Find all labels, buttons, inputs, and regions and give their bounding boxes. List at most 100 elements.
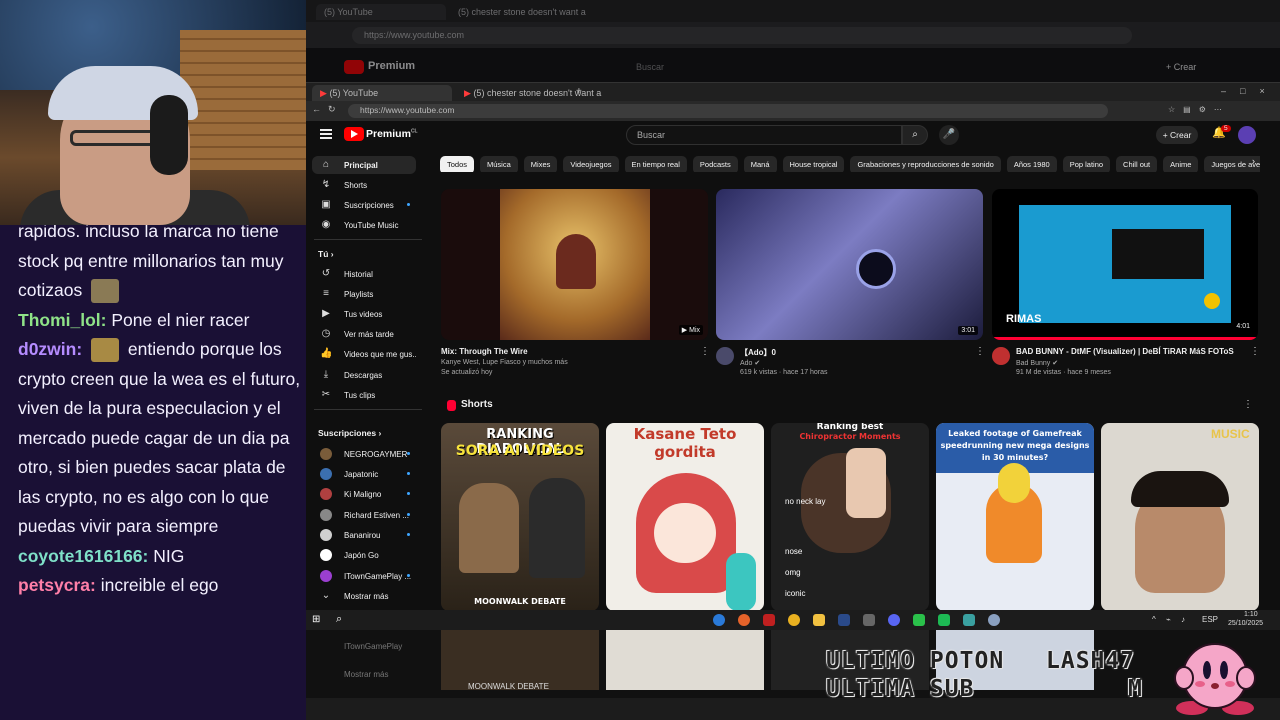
sidebar-channel[interactable]: Ki Maligno: [312, 485, 416, 503]
emote-image: [91, 338, 120, 363]
outer-url-field[interactable]: https://www.youtube.com: [352, 27, 1132, 44]
sidebar-channel[interactable]: Japatonic: [312, 465, 416, 483]
chip[interactable]: Todos: [440, 156, 475, 172]
video-channel[interactable]: Kanye West, Lupe Fiasco y muchos más: [441, 359, 568, 366]
video-title[interactable]: Mix: Through The Wire: [441, 347, 528, 356]
subscriptions-header[interactable]: Suscripciones ›: [318, 428, 381, 438]
play-icon[interactable]: [938, 614, 950, 626]
sidebar-item-playlists[interactable]: ≡ Playlists: [312, 285, 416, 303]
chip[interactable]: Mixes: [523, 156, 558, 172]
edge-icon[interactable]: [713, 614, 725, 626]
app-icon[interactable]: [963, 614, 975, 626]
video-channel[interactable]: Bad Bunny ✔: [1016, 359, 1058, 367]
clock-date[interactable]: 25/10/2025: [1228, 620, 1263, 627]
you-header[interactable]: Tú ›: [318, 249, 334, 259]
clock-time[interactable]: 1:10: [1244, 611, 1258, 618]
video-thumbnail[interactable]: 3:01: [716, 189, 983, 340]
download-icon: ⤓: [323, 369, 329, 380]
chip[interactable]: Pop latino: [1062, 156, 1111, 172]
sidebar-item-suscripciones[interactable]: ▣ Suscripciones: [312, 196, 416, 214]
app-icon[interactable]: [988, 614, 1000, 626]
video-title[interactable]: BAD BUNNY - DtMF (Visualizer) | DeBÍ TiR…: [1016, 347, 1234, 356]
more-options-icon[interactable]: ⋮: [1250, 346, 1260, 357]
chip[interactable]: En tiempo real: [624, 156, 687, 172]
chip[interactable]: Anime: [1163, 156, 1199, 172]
more-options-icon[interactable]: ⋮: [975, 346, 985, 357]
chip[interactable]: Años 1980: [1006, 156, 1057, 172]
create-button[interactable]: + Crear: [1156, 126, 1198, 144]
sidebar-item-tus-videos[interactable]: ▶ Tus videos: [312, 305, 416, 323]
new-tab-icon[interactable]: +: [576, 86, 582, 97]
chip[interactable]: Grabaciones y reproducciones de sonido: [850, 156, 1001, 172]
short-card[interactable]: MUSIC: [1101, 423, 1259, 611]
browser-toolbar-icons[interactable]: ☆▤⚙⋯: [1168, 105, 1230, 114]
search-icon[interactable]: ⌕: [902, 125, 928, 145]
sidebar-item-shorts[interactable]: ↯ Shorts: [312, 176, 416, 194]
show-more-button[interactable]: ⌄ Mostrar más: [312, 587, 416, 605]
discord-icon[interactable]: [888, 614, 900, 626]
chip[interactable]: Podcasts: [692, 156, 738, 172]
sidebar-item-principal[interactable]: ⌂ Principal: [312, 156, 416, 174]
sidebar-channel[interactable]: NEGROGAYMER: [312, 445, 416, 463]
search-input[interactable]: Buscar: [626, 125, 902, 145]
chip[interactable]: Videojuegos: [563, 156, 619, 172]
outer-tab-youtube[interactable]: (5) YouTube: [316, 4, 446, 20]
sidebar-channel[interactable]: ITownGamePlay ...: [312, 567, 416, 585]
sidebar-item-videos-que-me-gustan[interactable]: 👍 Videos que me gus...: [312, 345, 416, 363]
more-options-icon[interactable]: ⋮: [1243, 399, 1253, 410]
reload-icon[interactable]: ↻: [328, 104, 336, 115]
chip[interactable]: Maná: [743, 156, 777, 172]
tab-chester[interactable]: ▶ (5) chester stone doesn't want a: [456, 85, 601, 101]
shield-icon[interactable]: [863, 614, 875, 626]
sidebar-channel[interactable]: Bananirou: [312, 526, 416, 544]
chat-username[interactable]: d0zwin:: [18, 339, 82, 359]
chrome-icon[interactable]: [788, 614, 800, 626]
chat-username[interactable]: petsycra:: [18, 575, 96, 595]
window-controls-icon[interactable]: –□×: [1221, 86, 1279, 96]
sidebar-item-historial[interactable]: ↺ Historial: [312, 265, 416, 283]
search-icon[interactable]: ⌕: [336, 613, 342, 626]
language-indicator[interactable]: ESP: [1202, 615, 1218, 624]
short-card[interactable]: Kasane Teto gordita: [606, 423, 764, 611]
chevron-right-icon[interactable]: ›: [1252, 156, 1255, 166]
short-card[interactable]: RANKING DIABOLICAL SORA AI VIDEOS MOONWA…: [441, 423, 599, 611]
sidebar-item-ver-mas-tarde[interactable]: ◷ Ver más tarde: [312, 325, 416, 343]
sidebar-channel[interactable]: Richard Estiven ...: [312, 506, 416, 524]
video-thumbnail[interactable]: RIMAS 4:01: [992, 189, 1258, 340]
chip[interactable]: Música: [480, 156, 518, 172]
steam-icon[interactable]: [838, 614, 850, 626]
windows-start-icon[interactable]: ⊞: [312, 614, 320, 625]
video-channel[interactable]: Ado ✔: [740, 359, 760, 367]
back-icon[interactable]: ←: [312, 104, 321, 114]
sidebar-channel[interactable]: Japón Go: [312, 546, 416, 564]
mic-icon[interactable]: 🎤: [939, 125, 959, 145]
tab-youtube[interactable]: ▶ (5) YouTube: [312, 85, 452, 101]
menu-icon[interactable]: [320, 129, 332, 139]
chip[interactable]: Chill out: [1116, 156, 1158, 172]
chip[interactable]: House tropical: [782, 156, 845, 172]
tray-icons[interactable]: ^ ⌁ ♪: [1152, 615, 1189, 624]
channel-avatar[interactable]: [992, 347, 1010, 365]
short-card[interactable]: Leaked footage of Gamefreak speedrunning…: [936, 423, 1094, 611]
outer-tab-chester[interactable]: (5) chester stone doesn't want a: [450, 4, 586, 20]
short-card[interactable]: Ranking best Chiropractor Moments no nec…: [771, 423, 929, 611]
app-icon[interactable]: [913, 614, 925, 626]
video-thumbnail[interactable]: ▶ Mix: [441, 189, 708, 340]
outer-tab-bar: (5) YouTube (5) chester stone doesn't wa…: [306, 0, 1280, 22]
video-title[interactable]: 【Ado】0: [740, 347, 776, 358]
channel-avatar[interactable]: [716, 347, 734, 365]
sidebar-item-tus-clips[interactable]: ✂ Tus clips: [312, 386, 416, 404]
youtube-logo-icon[interactable]: [344, 127, 364, 141]
sidebar-item-descargas[interactable]: ⤓ Descargas: [312, 366, 416, 384]
more-options-icon[interactable]: ⋮: [700, 346, 710, 357]
firefox-icon[interactable]: [738, 614, 750, 626]
folder-icon[interactable]: [813, 614, 825, 626]
mirror-short-text: MOONWALK DEBATE: [468, 682, 549, 691]
avatar[interactable]: [1238, 126, 1256, 144]
sidebar-item-youtube-music[interactable]: ◉ YouTube Music: [312, 216, 416, 234]
chat-username[interactable]: coyote1616166:: [18, 546, 148, 566]
youtube-brand[interactable]: PremiumCL: [366, 128, 418, 140]
app-icon[interactable]: [763, 614, 775, 626]
url-field[interactable]: https://www.youtube.com: [348, 104, 1108, 118]
chat-username[interactable]: Thomi_lol:: [18, 310, 106, 330]
